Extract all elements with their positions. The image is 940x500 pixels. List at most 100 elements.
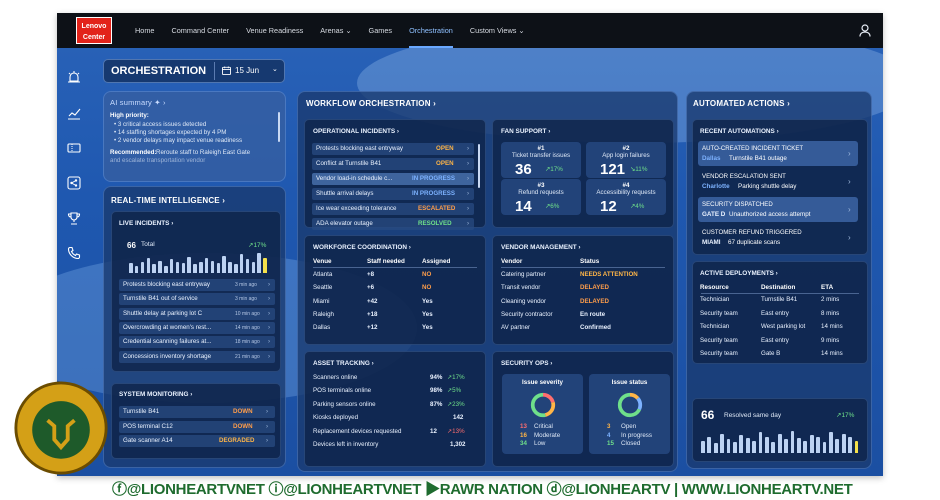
rti-title[interactable]: REAL-TIME INTELLIGENCE › — [111, 196, 225, 205]
chart-bar — [134, 265, 139, 273]
date-picker[interactable]: 15 Jun ⌄ — [222, 64, 280, 79]
chevron-right-icon: › — [268, 309, 271, 317]
system-status: DEGRADED — [219, 437, 255, 444]
system-monitoring-card: SYSTEM MONITORING › Turnstile B41 DOWN › PO… — [111, 383, 281, 459]
fan-support-tile[interactable]: #2 App login failures 121 ↘11% — [586, 142, 666, 178]
lion-logo — [14, 381, 108, 475]
alert-siren-icon[interactable] — [67, 70, 81, 84]
system-monitoring-title[interactable]: SYSTEM MONITORING › — [119, 391, 192, 398]
system-row[interactable]: POS terminal C12 DOWN › — [119, 420, 275, 433]
fan-support-tile[interactable]: #1 Ticket transfer issues 36 ↗17% — [501, 142, 581, 178]
issue-severity-tile[interactable]: Issue severity 13 Critical 16 Moderate 34 Low — [502, 374, 583, 454]
nav-item-orchestration[interactable]: Orchestration — [409, 13, 453, 48]
automated-actions-panel: AUTOMATED ACTIONS › RECENT AUTOMATIONS ›… — [686, 91, 872, 469]
system-status: DOWN — [233, 422, 253, 430]
operational-incidents-title[interactable]: OPERATIONAL INCIDENTS › — [313, 128, 399, 135]
share-network-icon[interactable] — [67, 176, 81, 190]
incident-row[interactable]: Concessions inventory shortage 21 min ago… — [119, 350, 275, 363]
analytics-chart-icon[interactable] — [67, 106, 81, 120]
scrollbar[interactable] — [278, 112, 280, 142]
chevron-right-icon: › — [266, 408, 269, 415]
workflow-title[interactable]: WORKFLOW ORCHESTRATION › — [306, 99, 436, 108]
incident-row[interactable]: Shuttle delay at parking lot C 10 min ago… — [119, 307, 275, 320]
user-profile-icon[interactable] — [859, 24, 871, 37]
chevron-right-icon: › — [848, 177, 851, 186]
operational-incident-row[interactable]: Conflict at Turnstile B41 OPEN › — [312, 158, 474, 170]
automation-description: Parking shuttle delay — [738, 183, 797, 190]
fan-change: ↘11% — [630, 166, 648, 173]
table-cell: NO — [422, 284, 432, 292]
fan-support-title[interactable]: FAN SUPPORT › — [501, 128, 550, 135]
nav-item-venue-readiness[interactable]: Venue Readiness — [246, 13, 303, 48]
column-header: ETA — [821, 284, 834, 291]
automation-location: Charlotte — [702, 183, 730, 190]
ticket-icon[interactable] — [67, 141, 81, 155]
nav-item-command-center[interactable]: Command Center — [171, 13, 229, 48]
chevron-right-icon: › — [467, 145, 470, 152]
automation-item[interactable]: AUTO-CREATED INCIDENT TICKET Dallas Turnst… — [698, 141, 858, 166]
operational-incident-row[interactable]: ADA elevator outage RESOLVED › — [312, 218, 474, 230]
scrollbar[interactable] — [478, 144, 480, 188]
ai-recommended-text: Reroute staff to Raleigh East Gate — [156, 149, 251, 156]
operational-incident-row[interactable]: Protests blocking east entryway OPEN › — [312, 143, 474, 155]
chevron-right-icon: › — [467, 205, 470, 212]
lenovo-center-logo[interactable]: Lenovo Center — [76, 17, 112, 44]
incident-name: Vendor load-in schedule c... — [316, 175, 393, 182]
ai-recommended-label: Recommended: — [110, 149, 157, 156]
operational-incident-row[interactable]: Vendor load-in schedule c... IN PROGRESS › — [312, 173, 474, 185]
automation-item[interactable]: SECURITY DISPATCHED GATE D Unauthorized ac… — [698, 197, 858, 222]
asset-value: 142 — [453, 414, 464, 422]
incident-name: Conflict at Turnstile B41 — [316, 160, 382, 167]
fan-support-tile[interactable]: #4 Accessibility requests 12 ↗4% — [586, 179, 666, 215]
chart-bar — [187, 256, 191, 273]
nav-item-arenas[interactable]: Arenas ⌄ — [320, 13, 351, 48]
automated-actions-title[interactable]: AUTOMATED ACTIONS › — [693, 99, 790, 108]
nav-item-games[interactable]: Games — [369, 13, 393, 48]
chart-bar — [210, 260, 215, 273]
asset-name: Scanners online — [313, 374, 358, 381]
live-incidents-title[interactable]: LIVE INCIDENTS › — [119, 220, 173, 227]
trophy-icon[interactable] — [67, 211, 81, 225]
system-row[interactable]: Gate scanner A14 DEGRADED › — [119, 435, 275, 447]
chevron-right-icon: › — [467, 190, 470, 197]
automation-description: 67 duplicate scans — [728, 239, 781, 246]
fan-support-tile[interactable]: #3 Refund requests 14 ↗6% — [501, 179, 581, 215]
workforce-coordination-title[interactable]: WORKFORCE COORDINATION › — [313, 244, 411, 251]
recent-automations-title[interactable]: RECENT AUTOMATIONS › — [700, 128, 779, 135]
issue-status-tile[interactable]: Issue status 3 Open 4 In progress 15 Closed — [589, 374, 670, 454]
chart-bar — [733, 442, 737, 453]
security-ops-title[interactable]: SECURITY OPS › — [501, 360, 552, 367]
table-cell: Yes — [422, 324, 433, 332]
active-deployments-title[interactable]: ACTIVE DEPLOYMENTS › — [700, 270, 778, 277]
incident-row[interactable]: Overcrowding at women's rest... 14 min ag… — [119, 321, 275, 334]
automation-item[interactable]: CUSTOMER REFUND TRIGGERED MIAMI 67 duplica… — [698, 225, 858, 250]
operational-incidents-card: OPERATIONAL INCIDENTS › Protests blockin… — [304, 119, 486, 230]
chart-bar — [752, 440, 757, 453]
issue-severity-title: Issue severity — [522, 379, 563, 386]
chevron-right-icon: › — [848, 205, 851, 214]
chart-bar — [720, 433, 725, 453]
phone-icon[interactable] — [67, 246, 81, 260]
ai-summary-title[interactable]: AI summary ✦ › — [110, 98, 166, 107]
chevron-right-icon: › — [848, 149, 851, 158]
chart-bar — [216, 263, 220, 273]
automation-item[interactable]: VENDOR ESCALATION SENT Charlotte Parking s… — [698, 169, 858, 194]
table-cell: Technician — [700, 323, 730, 331]
system-row[interactable]: Turnstile B41 DOWN › — [119, 406, 275, 418]
column-header: Staff needed — [367, 258, 405, 265]
operational-incident-row[interactable]: Shuttle arrival delays IN PROGRESS › — [312, 188, 474, 200]
fan-change: ↗4% — [630, 203, 645, 210]
operational-incident-row[interactable]: Ice wear exceeding tolerance ESCALATED › — [312, 203, 474, 215]
incident-row[interactable]: Protests blocking east entryway 3 min ago… — [119, 279, 275, 291]
chart-bar — [257, 253, 261, 273]
chart-bar — [158, 260, 162, 273]
vendor-management-title[interactable]: VENDOR MANAGEMENT › — [501, 244, 581, 251]
incident-row[interactable]: Credential scanning failures at... 18 min… — [119, 336, 275, 349]
workforce-coordination-card: WORKFORCE COORDINATION › Venue Staff need… — [304, 235, 486, 345]
nav-item-custom-views[interactable]: Custom Views ⌄ — [470, 13, 525, 48]
asset-tracking-title[interactable]: ASSET TRACKING › — [313, 360, 374, 367]
nav-item-home[interactable]: Home — [135, 13, 154, 48]
table-cell: East entry — [761, 336, 789, 344]
incident-row[interactable]: Turnstile B41 out of service 3 min ago › — [119, 293, 275, 306]
chevron-right-icon: › — [268, 281, 271, 288]
